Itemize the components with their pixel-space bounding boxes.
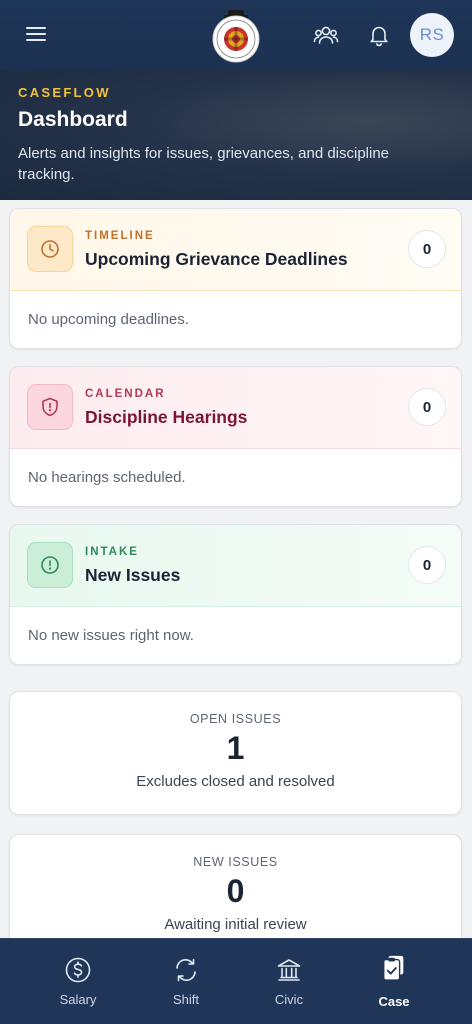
top-app-bar: RS: [0, 0, 472, 70]
card-title: New Issues: [85, 565, 181, 585]
shield-alert-icon: [27, 384, 73, 430]
stat-label: OPEN ISSUES: [189, 712, 282, 726]
count-badge: 0: [408, 230, 446, 268]
nav-label: Civic: [274, 992, 304, 1007]
card-kicker: INTAKE: [85, 546, 139, 558]
open-issues-stat[interactable]: OPEN ISSUES 1 Excludes closed and resolv…: [9, 691, 462, 815]
card-header: INTAKE New Issues 0: [10, 525, 461, 607]
dollar-circle-icon: [65, 957, 91, 983]
new-issues-card[interactable]: INTAKE New Issues 0 No new issues right …: [9, 524, 462, 665]
stat-label: NEW ISSUES: [193, 855, 278, 869]
card-title: Discipline Hearings: [85, 407, 248, 427]
bottom-navigation: Salary Shift Civic Case: [0, 938, 472, 1024]
stat-value: 0: [226, 873, 245, 909]
card-header: TIMELINE Upcoming Grievance Deadlines 0: [10, 209, 461, 291]
bell-icon[interactable]: [365, 21, 393, 49]
clipboard-check-icon: [383, 955, 404, 981]
card-title: Upcoming Grievance Deadlines: [85, 249, 348, 269]
nav-case[interactable]: Case: [335, 939, 453, 1024]
user-avatar[interactable]: RS: [410, 13, 454, 57]
group-icon[interactable]: [312, 21, 340, 49]
empty-state-text: No new issues right now.: [28, 627, 194, 644]
nav-shift[interactable]: Shift: [127, 939, 245, 1024]
page-subtitle: Alerts and insights for issues, grievanc…: [18, 145, 390, 183]
grievance-deadlines-card[interactable]: TIMELINE Upcoming Grievance Deadlines 0 …: [9, 208, 462, 349]
card-kicker: TIMELINE: [85, 230, 155, 242]
hero-kicker: CASEFLOW: [18, 85, 111, 100]
nav-label: Salary: [59, 992, 97, 1007]
discipline-hearings-card[interactable]: CALENDAR Discipline Hearings 0 No hearin…: [9, 366, 462, 507]
card-header: CALENDAR Discipline Hearings 0: [10, 367, 461, 449]
stat-value: 1: [226, 730, 245, 766]
nav-salary[interactable]: Salary: [19, 939, 137, 1024]
nav-label: Case: [378, 994, 410, 1009]
page-title: Dashboard: [18, 108, 128, 131]
clock-icon: [27, 226, 73, 272]
empty-state-text: No upcoming deadlines.: [28, 311, 189, 328]
count-badge: 0: [408, 388, 446, 426]
hamburger-menu-icon[interactable]: [26, 23, 54, 47]
union-seal-logo[interactable]: [211, 9, 261, 63]
nav-civic[interactable]: Civic: [230, 939, 348, 1024]
empty-state-text: No hearings scheduled.: [28, 469, 186, 486]
stat-caption: Awaiting initial review: [164, 916, 307, 933]
stat-caption: Excludes closed and resolved: [136, 773, 335, 790]
landmark-icon: [277, 959, 301, 981]
repeat-icon: [176, 958, 196, 982]
alert-circle-icon: [27, 542, 73, 588]
count-badge: 0: [408, 546, 446, 584]
card-kicker: CALENDAR: [85, 388, 166, 400]
nav-label: Shift: [172, 992, 199, 1007]
